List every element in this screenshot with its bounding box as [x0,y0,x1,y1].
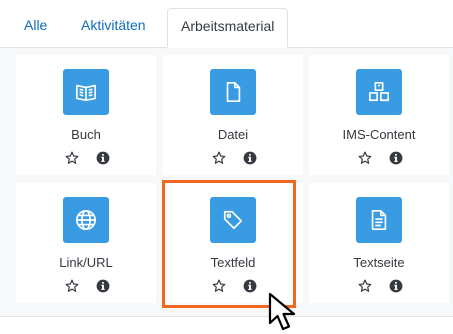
ims-content-icon [356,69,402,115]
info-icon[interactable] [243,151,257,165]
tab-aktivitaeten[interactable]: Aktivitäten [81,17,146,33]
book-icon [63,69,109,115]
page-icon [356,197,402,243]
tile-label: IMS-Content [342,127,416,142]
panel-bottom-divider [0,316,453,317]
tile-label: Link/URL [59,255,113,270]
tile-ims-content[interactable]: IMS-Content [309,55,449,175]
tab-arbeitsmaterial[interactable]: Arbeitsmaterial [167,8,289,48]
info-icon[interactable] [389,279,403,293]
info-icon[interactable] [389,151,403,165]
info-icon[interactable] [96,151,110,165]
tile-label: Datei [217,127,249,142]
tile-datei[interactable]: Datei [163,55,303,175]
tile-label: Textfeld [210,255,256,270]
tab-alle[interactable]: Alle [24,17,47,33]
tag-icon [210,197,256,243]
star-icon[interactable] [212,151,226,165]
tab-bar: Alle Aktivitäten Arbeitsmaterial [0,0,453,48]
info-icon[interactable] [96,279,110,293]
tile-label: Buch [71,127,101,142]
star-icon[interactable] [65,279,79,293]
star-icon[interactable] [358,279,372,293]
info-icon[interactable] [243,279,257,293]
tile-textseite[interactable]: Textseite [309,183,449,303]
tile-buch[interactable]: Buch [16,55,156,175]
star-icon[interactable] [65,151,79,165]
file-icon [210,69,256,115]
tile-textfeld[interactable]: Textfeld [163,183,303,303]
star-icon[interactable] [212,279,226,293]
tile-label: Textseite [353,255,405,270]
globe-icon [63,197,109,243]
tile-link-url[interactable]: Link/URL [16,183,156,303]
star-icon[interactable] [358,151,372,165]
mouse-cursor-icon [268,292,296,331]
